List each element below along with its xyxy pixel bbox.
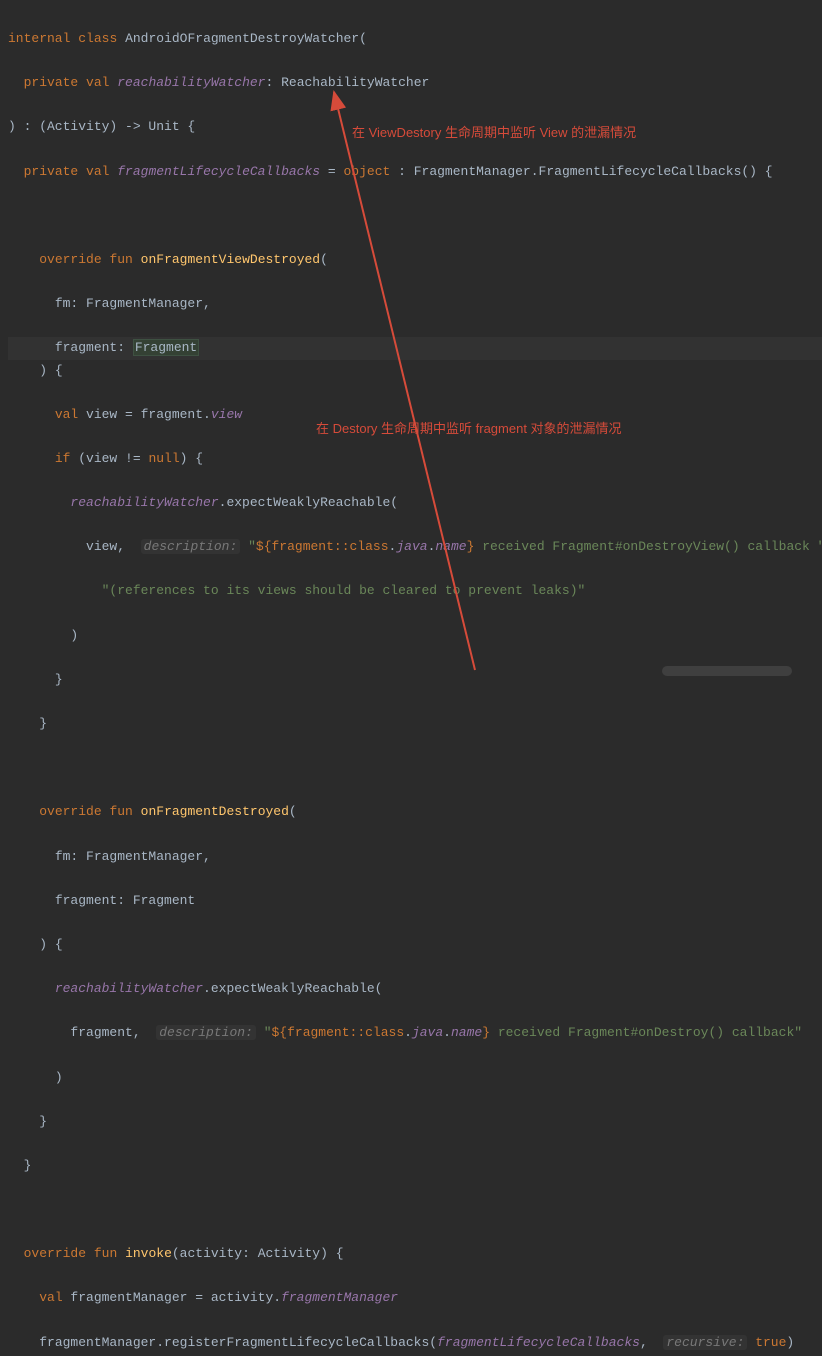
code-editor[interactable]: internal class AndroidOFragmentDestroyWa… — [8, 6, 822, 1356]
param: fm: FragmentManager, — [55, 296, 211, 311]
punct: ( — [289, 804, 297, 819]
keyword-true: true — [755, 1335, 786, 1350]
code-text: = — [320, 164, 343, 179]
param-hint: recursive: — [663, 1335, 747, 1350]
keyword-val: val — [39, 1290, 62, 1305]
property-name: reachabilityWatcher — [117, 75, 265, 90]
punct: . — [443, 1025, 451, 1040]
param: fm: FragmentManager, — [55, 849, 211, 864]
punct: } — [24, 1158, 32, 1173]
param: fragment: Fragment — [55, 893, 195, 908]
string: " — [264, 1025, 272, 1040]
keyword-fun: fun — [94, 1246, 117, 1261]
property-ref: reachabilityWatcher — [55, 981, 203, 996]
keyword-fun: fun — [109, 804, 132, 819]
property-ref: name — [435, 539, 466, 554]
keyword-if: if — [55, 451, 71, 466]
string: received Fragment#onDestroyView() callba… — [474, 539, 822, 554]
punct: } — [55, 672, 63, 687]
annotation-destroy: 在 Destory 生命周期中监听 fragment 对象的泄漏情况 — [316, 418, 622, 440]
property-ref: java — [396, 539, 427, 554]
string-template: ${fragment:: — [256, 539, 350, 554]
arg: fragment, — [70, 1025, 140, 1040]
property-ref: reachabilityWatcher — [70, 495, 218, 510]
code-text: ) : (Activity) -> Unit { — [8, 119, 195, 134]
horizontal-scrollbar[interactable] — [662, 666, 792, 676]
punct: . — [404, 1025, 412, 1040]
code-text: ) { — [39, 937, 62, 952]
string: received Fragment#onDestroy() callback" — [490, 1025, 802, 1040]
punct: ) — [55, 1070, 63, 1085]
keyword-fun: fun — [109, 252, 132, 267]
punct: ) — [786, 1335, 794, 1350]
punct: ( — [320, 252, 328, 267]
string: "(references to its views should be clea… — [102, 583, 586, 598]
code-text: : FragmentManager.FragmentLifecycleCallb… — [390, 164, 772, 179]
code-text: (activity: Activity) { — [172, 1246, 344, 1261]
keyword-override: override — [39, 252, 101, 267]
string: " — [248, 539, 256, 554]
function-name: onFragmentViewDestroyed — [141, 252, 320, 267]
punct: ( — [359, 31, 367, 46]
highlighted-type: Fragment — [133, 339, 199, 356]
property-name: fragmentLifecycleCallbacks — [117, 164, 320, 179]
function-name: invoke — [125, 1246, 172, 1261]
keyword-override: override — [24, 1246, 86, 1261]
keyword-object: object — [344, 164, 391, 179]
keyword-val: val — [86, 75, 109, 90]
code-text: (view != — [70, 451, 148, 466]
keyword-class: class — [78, 31, 117, 46]
property-ref: fragmentManager — [281, 1290, 398, 1305]
punct: ) — [70, 628, 78, 643]
code-text: .expectWeaklyReachable( — [203, 981, 382, 996]
param-hint: description: — [156, 1025, 256, 1040]
annotation-viewdestroy: 在 ViewDestory 生命周期中监听 View 的泄漏情况 — [352, 122, 636, 144]
property-ref: fragmentLifecycleCallbacks — [437, 1335, 640, 1350]
function-name: onFragmentDestroyed — [141, 804, 289, 819]
string-template: ${fragment:: — [272, 1025, 366, 1040]
property-ref: view — [211, 407, 242, 422]
property-ref: java — [412, 1025, 443, 1040]
class-name: AndroidOFragmentDestroyWatcher — [125, 31, 359, 46]
code-text: fragmentManager.registerFragmentLifecycl… — [39, 1335, 437, 1350]
param-hint: description: — [141, 539, 241, 554]
keyword-private: private — [24, 164, 79, 179]
punct: } — [39, 716, 47, 731]
keyword-override: override — [39, 804, 101, 819]
keyword-null: null — [148, 451, 179, 466]
code-text: .expectWeaklyReachable( — [219, 495, 398, 510]
punct: } — [39, 1114, 47, 1129]
code-text: view = fragment. — [78, 407, 211, 422]
code-text: ) { — [180, 451, 203, 466]
param: fragment: — [55, 340, 133, 355]
code-text: fragmentManager = activity. — [63, 1290, 281, 1305]
keyword-class: class — [365, 1025, 404, 1040]
arg: view, — [86, 539, 125, 554]
keyword-class: class — [350, 539, 389, 554]
type-annotation: : ReachabilityWatcher — [265, 75, 429, 90]
keyword-val: val — [55, 407, 78, 422]
keyword-val: val — [86, 164, 109, 179]
keyword-internal: internal — [8, 31, 70, 46]
punct: , — [640, 1335, 648, 1350]
string-template: } — [482, 1025, 490, 1040]
property-ref: name — [451, 1025, 482, 1040]
keyword-private: private — [24, 75, 79, 90]
code-text: ) { — [39, 363, 62, 378]
